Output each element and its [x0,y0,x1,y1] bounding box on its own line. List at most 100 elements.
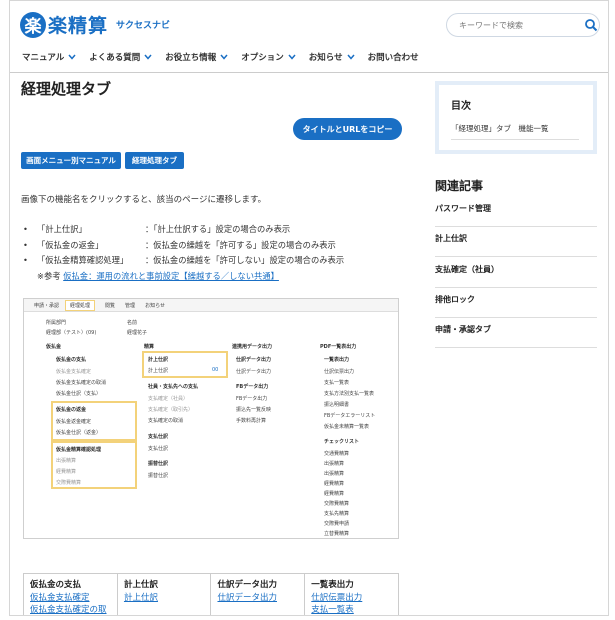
menu-item: 支払一覧表 [324,380,350,386]
intro-text: 画像下の機能名をクリックすると、該当のページに遷移します。 [21,195,267,205]
menu-item: 仮払金支払確定の取消 [56,380,107,386]
nav-label: お知らせ [308,53,343,63]
table-row: 仮払金の支払 仮払金支払確定 仮払金支払確定の取 計上仕訳 計上仕訳 仕訳データ… [23,573,399,615]
search-input[interactable] [459,18,577,33]
cell-heading: 一覧表出力 [311,580,354,590]
menu-item: 仮払金支払確定 [56,369,92,375]
note-label: 「計上仕訳」 [37,224,87,234]
related-articles-title: 関連記事 [435,179,484,193]
toc-title: 目次 [451,101,471,112]
chevron-down-icon [288,54,296,60]
function-link[interactable]: 仮払金支払確定 [30,592,111,604]
function-link-table: 仮払金の支払 仮払金支払確定 仮払金支払確定の取 計上仕訳 計上仕訳 仕訳データ… [23,573,399,615]
menu-item: 出張精算 [324,461,345,467]
menu-item: 経費精算 [56,469,77,475]
page-frame: 楽 楽精算 サクセスナビ マニュアル よくある質問 お役立ち情報 オプション お… [9,0,609,616]
chevron-down-icon [68,54,76,60]
nav-news[interactable]: お知らせ [309,51,355,63]
related-link[interactable]: 申請・承認タブ [435,318,597,348]
group-title: 仕訳データ出力 [236,357,272,363]
menu-item: 仕訳データ出力 [236,369,272,375]
nav-manual[interactable]: マニュアル [22,51,76,63]
tag-screen-menu-manual[interactable]: 画面メニュー別マニュアル [21,152,121,169]
col-head: 連携用データ出力 [232,344,273,350]
logo-mark: 楽 [20,11,46,38]
group-title: 計上仕訳 [148,357,169,363]
function-link[interactable]: 仮払金支払確定の取 [30,604,111,615]
menu-item: 支払先精算 [324,511,350,517]
logo-subtitle: サクセスナビ [116,21,171,31]
menu-item: 経費精算 [324,491,345,497]
menu-item: 振込先一覧反映 [236,407,272,413]
note-label: 「仮払金の返金」 [37,239,104,250]
page-title: 経理処理タブ [21,80,112,98]
group-title: 社員・支払先への支払 [148,384,199,390]
menu-item: 支払確定の取消 [148,418,184,424]
menu-item: 振替仕訳 [148,473,169,479]
nav-label: オプション [241,53,284,63]
menu-item: 仮払金仕訳（支払） [56,391,102,397]
app-tab: 申請・承認 [34,302,60,309]
function-link[interactable]: 計上仕訳 [124,592,205,604]
count-badge: 00 [212,367,219,373]
related-link[interactable]: 支払確定（社員） [435,258,597,288]
toc-link[interactable]: 「経理処理」タブ 機能一覧 [451,123,579,140]
group-title: 仮払金の返金 [56,407,87,413]
cell-heading: 仕訳データ出力 [217,580,277,590]
chevron-down-icon [220,54,228,60]
related-link[interactable]: パスワード管理 [435,197,597,227]
nav-faq[interactable]: よくある質問 [89,51,152,63]
app-tab: 閲覧 [105,302,116,309]
app-tab: 管理 [125,302,136,309]
function-link[interactable]: 支払一覧表 [311,604,392,615]
note-desc: ：仮払金の繰越を「許可する」設定の場合のみ表示 [145,239,336,250]
copy-title-url-button[interactable]: タイトルとURLをコピー [293,118,402,140]
chevron-down-icon [144,54,152,60]
function-link[interactable]: 仕訳伝票出力 [311,592,392,604]
app-tab-active: 経理処理 [65,299,96,311]
menu-item: 交際費精算 [324,501,350,507]
nav-contact[interactable]: お問い合わせ [368,51,419,63]
name-label: 名前 [127,320,138,326]
note-desc: ：「計上仕訳する」設定の場合のみ表示 [145,224,291,234]
logo-text: 楽精算 [48,15,109,37]
menu-item: 出張精算 [324,471,345,477]
list-item: • 「仮払金の返金」 ：仮払金の繰越を「許可する」設定の場合のみ表示 [23,238,344,254]
menu-item: 交通費精算 [324,451,350,457]
table-cell: 計上仕訳 計上仕訳 [116,573,212,615]
menu-item: 仮払金未精算一覧表 [324,424,370,430]
nav-label: お問い合わせ [367,53,419,63]
logo[interactable]: 楽 楽精算 サクセスナビ [20,11,170,38]
table-cell: 仮払金の支払 仮払金支払確定 仮払金支払確定の取 [23,573,118,615]
search-icon[interactable] [583,17,599,33]
menu-item: 出張精算 [56,458,77,464]
main-nav: マニュアル よくある質問 お役立ち情報 オプション お知らせ お問い合わせ [22,51,432,63]
related-link[interactable]: 排他ロック [435,288,597,318]
menu-item: 仕訳伝票出力 [324,369,355,375]
list-item: • 「仮払金精算確認処理」 ：仮払金の繰越を「許可しない」設定の場合のみ表示 [23,253,344,269]
table-cell: 仕訳データ出力 仕訳データ出力 [210,573,306,615]
menu-item: 手数料再計算 [236,418,267,424]
function-link[interactable]: 仕訳データ出力 [217,592,298,604]
note-label: 「仮払金精算確認処理」 [37,255,129,265]
tag-accounting-tab[interactable]: 経理処理タブ [125,152,184,169]
group-title: FBデータ出力 [236,384,269,390]
reference-link[interactable]: 仮払金：運用の流れと事前設定【繰越する／しない共通】 [63,269,279,285]
related-link[interactable]: 計上仕訳 [435,227,597,257]
dept-label: 所属部門 [46,320,67,326]
nav-options[interactable]: オプション [241,51,296,63]
group-title: 支払仕訳 [148,434,169,440]
menu-item: 経費精算 [324,481,345,487]
cell-heading: 仮払金の支払 [30,580,82,590]
reference-prefix: ※参考 [37,270,61,281]
col-head: 精算 [144,344,155,350]
embedded-app-screenshot: 申請・承認 経理処理 閲覧 管理 お知らせ 所属部門 経理部（テスト）(09) … [23,298,399,539]
note-desc: ：仮払金の繰越を「許可しない」設定の場合のみ表示 [145,255,345,265]
nav-tips[interactable]: お役立ち情報 [165,51,228,63]
search-box[interactable] [446,13,600,37]
site-header: 楽 楽精算 サクセスナビ マニュアル よくある質問 お役立ち情報 オプション お… [10,1,608,73]
table-of-contents: 目次 「経理処理」タブ 機能一覧 [435,81,597,154]
menu-item: FBデータエラーリスト [324,413,376,419]
list-item: • 「計上仕訳」 ：「計上仕訳する」設定の場合のみ表示 [23,222,344,238]
menu-item: 支払確定（取引先） [148,407,194,413]
